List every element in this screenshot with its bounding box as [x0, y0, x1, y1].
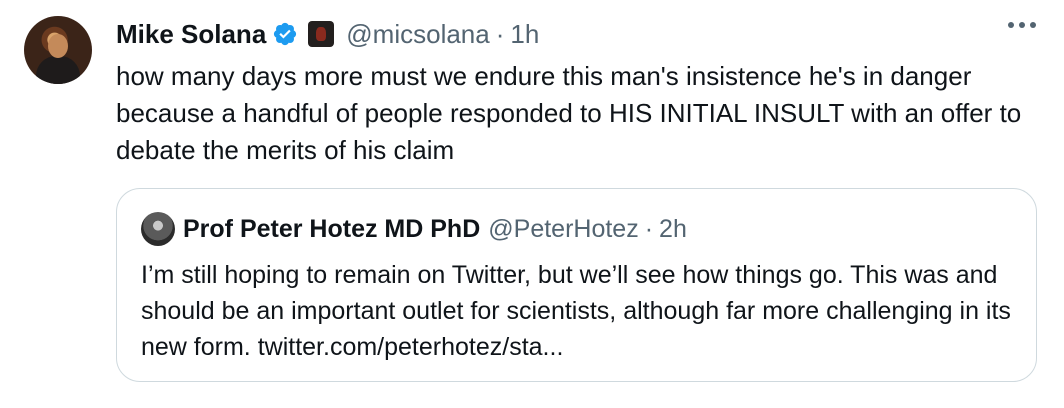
affiliation-badge-icon[interactable]	[308, 21, 335, 47]
verified-badge-icon	[274, 22, 297, 46]
author-avatar[interactable]	[24, 16, 92, 84]
quoted-tweet-timestamp: 2h	[659, 214, 687, 243]
quoted-author-name: Prof Peter Hotez MD PhD	[183, 214, 481, 243]
quoted-separator-dot: ·	[644, 214, 654, 243]
quoted-author-avatar	[141, 212, 175, 246]
quoted-tweet-text: I’m still hoping to remain on Twitter, b…	[141, 261, 1011, 361]
separator-dot: ·	[495, 18, 505, 49]
more-options-icon[interactable]	[1008, 22, 1036, 28]
quoted-tweet-header: Prof Peter Hotez MD PhD @PeterHotez · 2h	[141, 211, 687, 247]
quoted-tweet[interactable]: Prof Peter Hotez MD PhD @PeterHotez · 2h…	[116, 188, 1037, 382]
author-handle[interactable]: @micsolana	[346, 19, 489, 50]
tweet-timestamp[interactable]: 1h	[510, 19, 539, 50]
tweet-text: how many days more must we endure this m…	[116, 61, 1022, 165]
author-name[interactable]: Mike Solana	[116, 19, 266, 50]
tweet-header: Mike Solana @micsolana · 1h	[116, 14, 539, 54]
quoted-author-handle: @PeterHotez	[488, 214, 639, 243]
